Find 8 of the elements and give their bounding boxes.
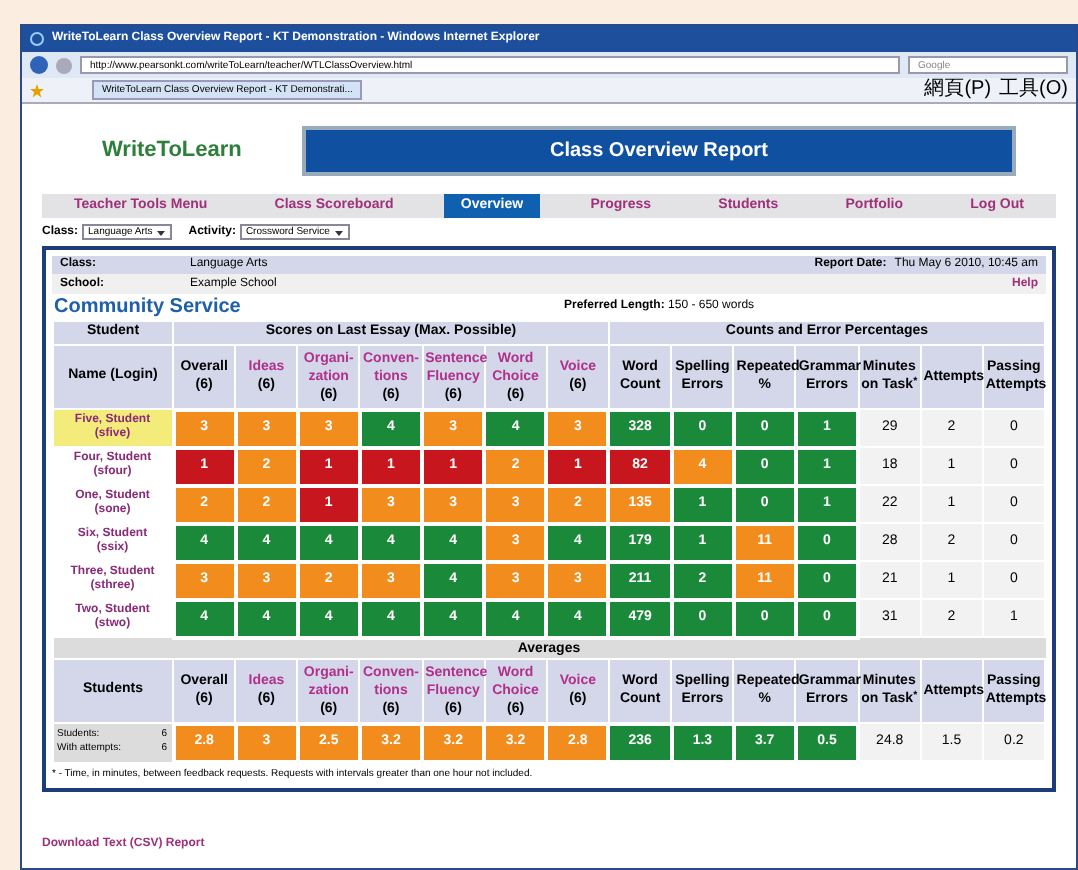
- activity-title: Community Service: [54, 294, 243, 322]
- toolbar-menu[interactable]: 工具(O): [999, 80, 1068, 100]
- toolbar-menu[interactable]: 網頁(P): [924, 80, 992, 100]
- report-header: Class Overview Report: [301, 125, 1016, 175]
- caret-icon: [156, 227, 167, 237]
- caret-icon: [333, 227, 344, 237]
- favorites-star-icon[interactable]: [30, 83, 44, 97]
- logo: WriteToLearn: [102, 135, 242, 166]
